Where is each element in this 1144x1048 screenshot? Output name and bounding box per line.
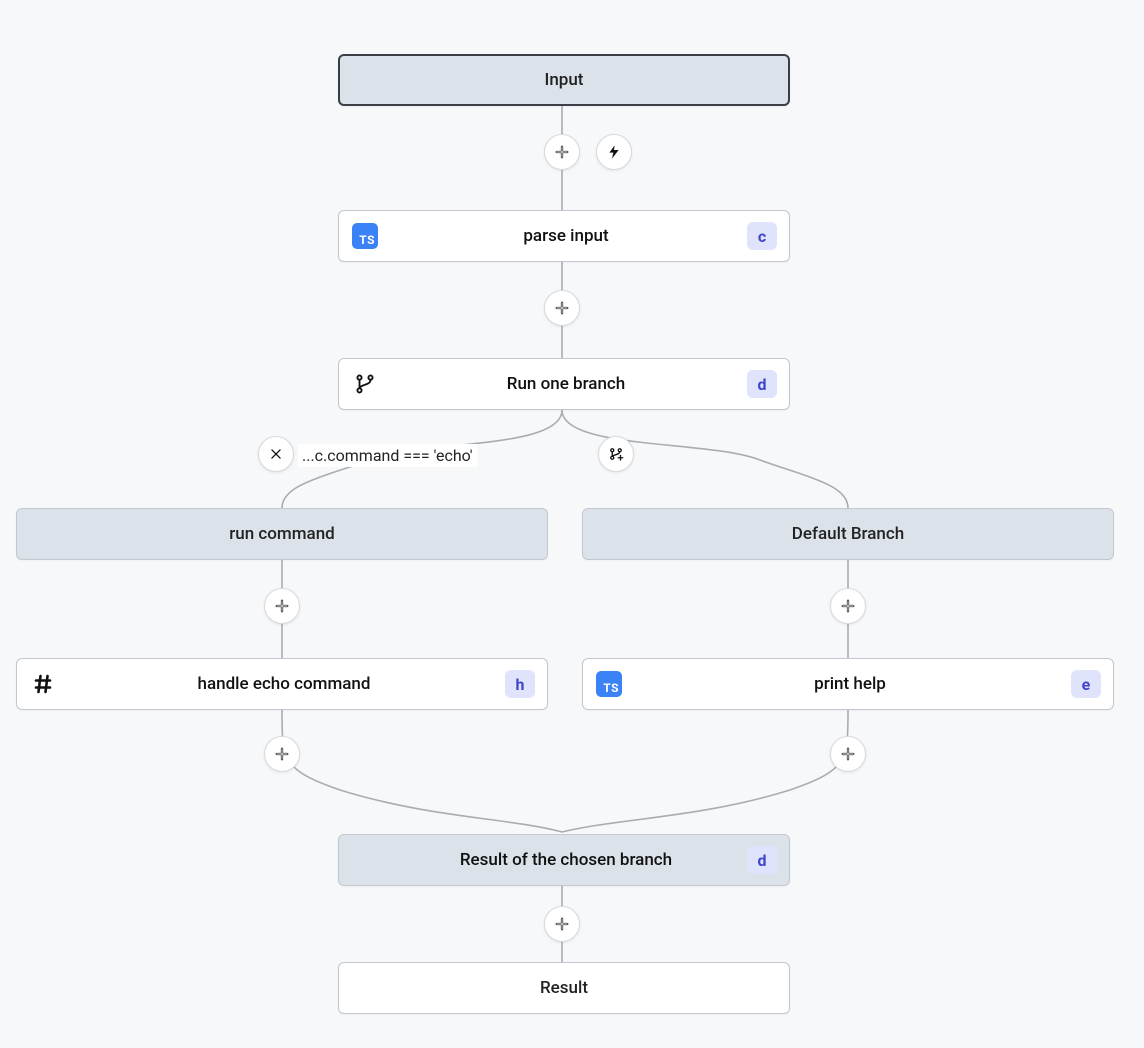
run-command-branch-header[interactable]: run command [16, 508, 548, 560]
close-icon [269, 447, 283, 461]
plus-icon [273, 597, 291, 615]
lightning-icon [606, 143, 622, 161]
hotkey-badge: d [747, 370, 777, 398]
branch-result-label: Result of the chosen branch [385, 850, 747, 870]
typescript-icon: TS [595, 670, 623, 698]
hotkey-badge: h [505, 670, 535, 698]
hotkey-badge: d [747, 846, 777, 874]
print-help-label: print help [629, 674, 1071, 694]
branch-result-header[interactable]: Result of the chosen branch d [338, 834, 790, 886]
add-step-button[interactable] [830, 736, 866, 772]
plus-icon [553, 143, 571, 161]
branch-icon [351, 370, 379, 398]
default-branch-header[interactable]: Default Branch [582, 508, 1114, 560]
hash-icon [29, 670, 57, 698]
add-branch-button[interactable] [598, 436, 634, 472]
result-label: Result [540, 978, 588, 998]
plus-icon [553, 915, 571, 933]
hotkey-badge: e [1071, 670, 1101, 698]
result-node[interactable]: Result [338, 962, 790, 1014]
plus-icon [839, 745, 857, 763]
input-label: Input [545, 70, 584, 90]
flow-canvas: Input TS parse input c Run one branch d … [0, 0, 1144, 1048]
branch-plus-icon [607, 445, 625, 463]
add-step-button[interactable] [264, 588, 300, 624]
debug-button[interactable] [596, 134, 632, 170]
condition-expression[interactable]: ...c.command === 'echo' [298, 444, 477, 467]
add-step-button[interactable] [264, 736, 300, 772]
hotkey-badge: c [747, 222, 777, 250]
typescript-icon: TS [351, 222, 379, 250]
input-node[interactable]: Input [338, 54, 790, 106]
parse-input-label: parse input [385, 226, 747, 246]
plus-icon [553, 299, 571, 317]
add-step-button[interactable] [544, 906, 580, 942]
add-step-button[interactable] [544, 134, 580, 170]
add-step-button[interactable] [544, 290, 580, 326]
run-one-branch-node[interactable]: Run one branch d [338, 358, 790, 410]
default-branch-label: Default Branch [792, 524, 904, 544]
run-one-branch-label: Run one branch [385, 374, 747, 394]
print-help-node[interactable]: TS print help e [582, 658, 1114, 710]
handle-echo-label: handle echo command [63, 674, 505, 694]
run-command-label: run command [229, 524, 335, 544]
remove-condition-button[interactable] [258, 436, 294, 472]
plus-icon [839, 597, 857, 615]
parse-input-node[interactable]: TS parse input c [338, 210, 790, 262]
add-step-button[interactable] [830, 588, 866, 624]
plus-icon [273, 745, 291, 763]
handle-echo-node[interactable]: handle echo command h [16, 658, 548, 710]
